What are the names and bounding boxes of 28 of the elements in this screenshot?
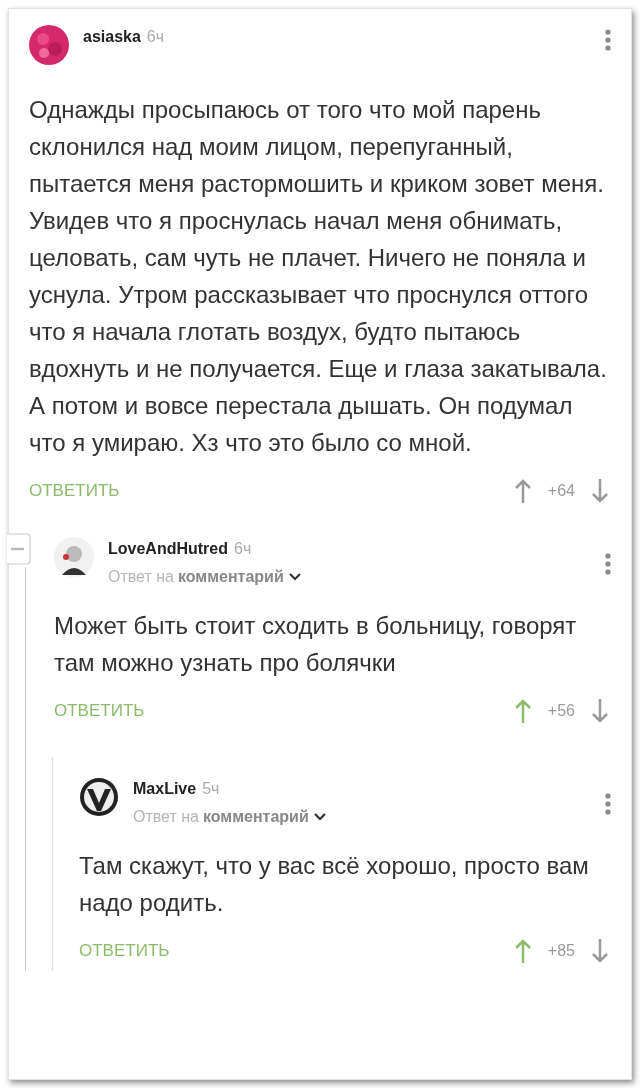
timestamp: 6ч [146, 28, 165, 45]
score: +85 [547, 941, 575, 961]
username[interactable]: MaxLive [133, 780, 197, 797]
more-icon[interactable] [605, 29, 611, 51]
score: +56 [547, 701, 575, 721]
score: +64 [547, 481, 575, 501]
collapse-icon[interactable] [7, 533, 31, 565]
reply-button[interactable]: ОТВЕТИТЬ [29, 478, 120, 504]
more-icon[interactable] [605, 793, 611, 815]
comment-text: Однажды просыпаюсь от того что мой парень склонился над моим лицом, перепуганный, пытается меня растормошить и криком зовет меня. Увидев что я проснулась начал меня обнимать, целовать, сам чуть не плачет. Ничего не поняла и уснула. Утром рассказывает что проснулся оттого что я начала глотать воздух, будто пытаюсь вдохнуть и не получается. Еще и глаза закатывала. А потом и вовсе перестала дышать. Он подумал что я умираю. Хз что это было со мной. [29, 95, 608, 458]
reply-to-label: Ответ на [108, 567, 174, 587]
chevron-down-icon[interactable] [312, 812, 327, 822]
more-icon[interactable] [605, 553, 611, 575]
downvote-icon[interactable] [589, 937, 611, 965]
username[interactable]: asiaska [83, 28, 141, 45]
downvote-icon[interactable] [589, 477, 611, 505]
reply-button[interactable]: ОТВЕТИТЬ [54, 698, 145, 724]
comment-link[interactable]: комментарий [177, 565, 284, 589]
downvote-icon[interactable] [589, 697, 611, 725]
reply-to-label: Ответ на [133, 807, 199, 827]
timestamp: 6ч [234, 540, 252, 557]
comment-link[interactable]: комментарий [202, 805, 309, 829]
reply-button[interactable]: ОТВЕТИТЬ [79, 938, 170, 964]
comment-text: Может быть стоит сходить в больницу, говорят там можно узнать про болячки [54, 611, 578, 678]
chevron-down-icon[interactable] [287, 572, 302, 582]
username[interactable]: LoveAndHutred [108, 540, 228, 557]
comment-text: Там скажут, что у вас всё хорошо, просто вам надо родить. [79, 851, 590, 918]
timestamp: 5ч [202, 780, 220, 797]
